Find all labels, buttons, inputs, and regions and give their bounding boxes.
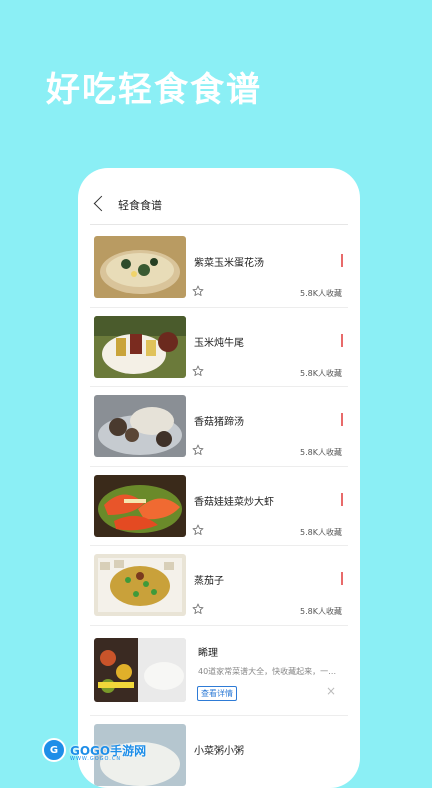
- recipe-row[interactable]: 香菇猪蹄汤 5.8K人收藏: [78, 387, 360, 467]
- gamepad-icon: G: [42, 738, 66, 762]
- accent-mark: [341, 254, 343, 267]
- recipe-title: 紫菜玉米蛋花汤: [194, 254, 264, 269]
- recipe-thumbnail: [94, 475, 186, 537]
- recipe-thumbnail: [94, 395, 186, 457]
- recipe-list: 紫菜玉米蛋花汤 5.8K人收藏 玉米炖牛尾 5.8K人收藏 香菇猪蹄汤 5.: [78, 228, 360, 788]
- divider: [90, 224, 348, 225]
- accent-mark: [341, 334, 343, 347]
- close-icon[interactable]: ×: [326, 684, 336, 698]
- ad-title: 睎理: [198, 644, 218, 659]
- watermark-url: WWW.GOGO.CN: [70, 756, 121, 762]
- star-outline-icon[interactable]: [192, 444, 204, 456]
- recipe-row[interactable]: 香菇娃娃菜炒大虾 5.8K人收藏: [78, 467, 360, 547]
- back-icon[interactable]: [94, 196, 110, 212]
- ad-description: 40道家常菜谱大全，快收藏起来，一…: [198, 666, 336, 677]
- accent-mark: [341, 493, 343, 506]
- favorite-count: 5.8K人收藏: [300, 606, 342, 617]
- recipe-title: 小菜粥小粥: [194, 742, 244, 757]
- page-title: 轻食食谱: [118, 197, 162, 213]
- phone-frame: 轻食食谱 紫菜玉米蛋花汤 5.8K人收藏 玉米炖牛尾 5.8K人收藏: [78, 168, 360, 788]
- hero-title: 好吃轻食食谱: [46, 62, 262, 111]
- star-outline-icon[interactable]: [192, 524, 204, 536]
- star-outline-icon[interactable]: [192, 365, 204, 377]
- top-bar: 轻食食谱: [78, 190, 360, 224]
- favorite-count: 5.8K人收藏: [300, 447, 342, 458]
- recipe-row[interactable]: 紫菜玉米蛋花汤 5.8K人收藏: [78, 228, 360, 308]
- recipe-title: 香菇娃娃菜炒大虾: [194, 493, 274, 508]
- favorite-count: 5.8K人收藏: [300, 368, 342, 379]
- ad-card[interactable]: 睎理 40道家常菜谱大全，快收藏起来，一… 查看详情 ×: [78, 626, 360, 716]
- recipe-thumbnail: [94, 236, 186, 298]
- view-details-button[interactable]: 查看详情: [197, 686, 237, 701]
- favorite-count: 5.8K人收藏: [300, 527, 342, 538]
- recipe-title: 玉米炖牛尾: [194, 334, 244, 349]
- recipe-row[interactable]: 蒸茄子 5.8K人收藏: [78, 546, 360, 626]
- recipe-thumbnail: [94, 316, 186, 378]
- watermark-logo: G GOGO手游网 WWW.GOGO.CN: [42, 738, 146, 762]
- accent-mark: [341, 413, 343, 426]
- recipe-title: 蒸茄子: [194, 572, 224, 587]
- star-outline-icon[interactable]: [192, 603, 204, 615]
- recipe-row[interactable]: 玉米炖牛尾 5.8K人收藏: [78, 308, 360, 388]
- star-outline-icon[interactable]: [192, 285, 204, 297]
- recipe-thumbnail: [94, 554, 186, 616]
- ad-image: [94, 638, 186, 702]
- favorite-count: 5.8K人收藏: [300, 288, 342, 299]
- accent-mark: [341, 572, 343, 585]
- recipe-title: 香菇猪蹄汤: [194, 413, 244, 428]
